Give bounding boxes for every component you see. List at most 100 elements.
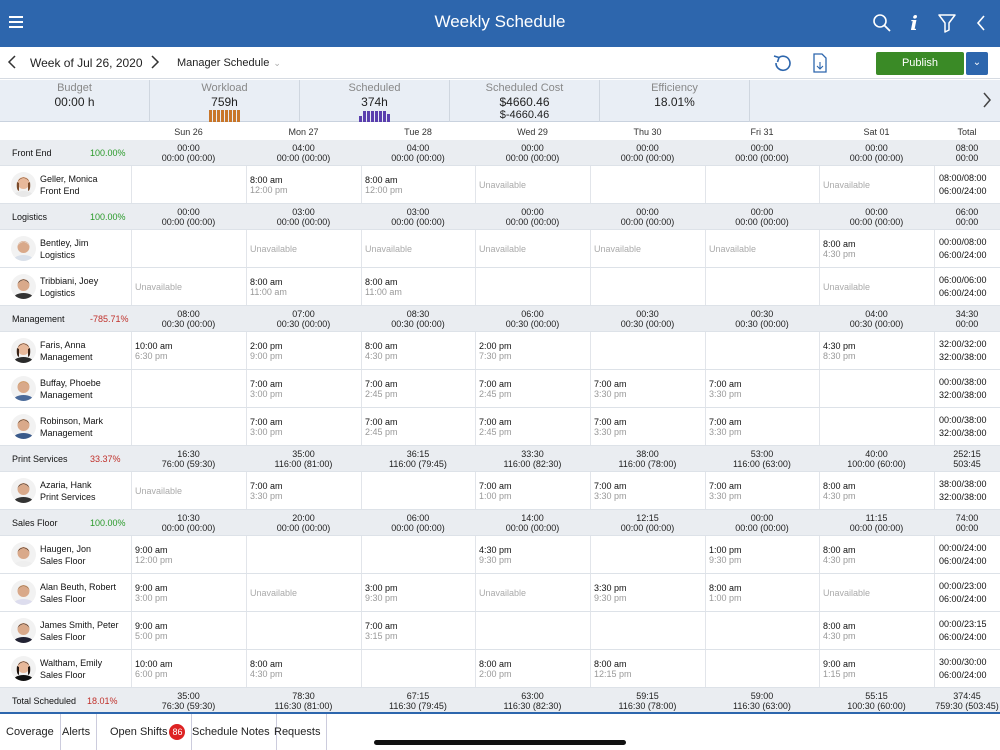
shift-cell[interactable]: 8:00 am 11:00 am [246, 268, 361, 305]
empty-shift-cell[interactable] [819, 370, 934, 407]
shift-cell[interactable]: 2:00 pm 9:00 pm [246, 332, 361, 369]
shift-cell[interactable]: 7:00 am 1:00 pm [475, 472, 590, 509]
employee-name-block[interactable]: Robinson, Mark Management [40, 415, 103, 439]
shift-cell[interactable]: 7:00 am 2:45 pm [475, 408, 590, 445]
shift-cell[interactable]: 7:00 am 3:00 pm [246, 408, 361, 445]
shift-cell[interactable]: 8:00 am 4:30 pm [361, 332, 475, 369]
empty-shift-cell[interactable] [246, 612, 361, 649]
shift-cell[interactable]: 7:00 am 2:45 pm [361, 370, 475, 407]
tab-coverage[interactable]: Coverage [0, 714, 61, 750]
unavailable-cell[interactable]: Unavailable [819, 166, 934, 203]
shift-cell[interactable]: 4:30 pm 9:30 pm [475, 536, 590, 573]
next-week-chevron-icon[interactable] [150, 54, 164, 72]
shift-cell[interactable]: 1:00 pm 9:30 pm [705, 536, 819, 573]
refresh-icon[interactable] [771, 52, 795, 74]
publish-button[interactable]: Publish [876, 52, 964, 75]
shift-cell[interactable]: 8:00 am 12:15 pm [590, 650, 705, 687]
empty-shift-cell[interactable] [131, 408, 246, 445]
unavailable-cell[interactable]: Unavailable [475, 166, 590, 203]
tab-alerts[interactable]: Alerts [56, 714, 98, 750]
shift-cell[interactable]: 8:00 am 4:30 pm [819, 612, 934, 649]
unavailable-cell[interactable]: Unavailable [590, 230, 705, 267]
shift-cell[interactable]: 7:00 am 3:30 pm [705, 370, 819, 407]
empty-shift-cell[interactable] [705, 612, 819, 649]
shift-cell[interactable]: 7:00 am 3:30 pm [590, 370, 705, 407]
employee-name-block[interactable]: Haugen, Jon Sales Floor [40, 543, 91, 567]
empty-shift-cell[interactable] [590, 612, 705, 649]
shift-cell[interactable]: 9:00 am 3:00 pm [131, 574, 246, 611]
empty-shift-cell[interactable] [590, 166, 705, 203]
shift-cell[interactable]: 10:00 am 6:30 pm [131, 332, 246, 369]
empty-shift-cell[interactable] [705, 166, 819, 203]
unavailable-cell[interactable]: Unavailable [246, 230, 361, 267]
search-icon[interactable] [870, 10, 894, 36]
publish-options-button[interactable]: ⌄ [966, 52, 988, 75]
employee-name-block[interactable]: Faris, Anna Management [40, 339, 93, 363]
shift-cell[interactable]: 3:00 pm 9:30 pm [361, 574, 475, 611]
shift-cell[interactable]: 7:00 am 3:15 pm [361, 612, 475, 649]
employee-name-block[interactable]: Bentley, Jim Logistics [40, 237, 88, 261]
empty-shift-cell[interactable] [475, 268, 590, 305]
unavailable-cell[interactable]: Unavailable [705, 230, 819, 267]
empty-shift-cell[interactable] [590, 332, 705, 369]
document-icon[interactable] [812, 52, 828, 74]
empty-shift-cell[interactable] [590, 536, 705, 573]
shift-cell[interactable]: 8:00 am 4:30 pm [246, 650, 361, 687]
empty-shift-cell[interactable] [705, 650, 819, 687]
empty-shift-cell[interactable] [131, 370, 246, 407]
shift-cell[interactable]: 8:00 am 12:00 pm [246, 166, 361, 203]
unavailable-cell[interactable]: Unavailable [246, 574, 361, 611]
shift-cell[interactable]: 7:00 am 2:45 pm [475, 370, 590, 407]
shift-cell[interactable]: 7:00 am 3:30 pm [590, 472, 705, 509]
employee-name-block[interactable]: Alan Beuth, Robert Sales Floor [40, 581, 116, 605]
info-icon[interactable]: i [904, 10, 924, 36]
empty-shift-cell[interactable] [590, 268, 705, 305]
shift-cell[interactable]: 8:00 am 4:30 pm [819, 230, 934, 267]
empty-shift-cell[interactable] [705, 268, 819, 305]
empty-shift-cell[interactable] [246, 536, 361, 573]
shift-cell[interactable]: 2:00 pm 7:30 pm [475, 332, 590, 369]
shift-cell[interactable]: 8:00 am 4:30 pm [819, 536, 934, 573]
unavailable-cell[interactable]: Unavailable [131, 268, 246, 305]
empty-shift-cell[interactable] [361, 536, 475, 573]
shift-cell[interactable]: 3:30 pm 9:30 pm [590, 574, 705, 611]
tab-schedule-notes[interactable]: Schedule Notes [186, 714, 277, 750]
unavailable-cell[interactable]: Unavailable [819, 574, 934, 611]
empty-shift-cell[interactable] [131, 166, 246, 203]
shift-cell[interactable]: 7:00 am 3:30 pm [705, 472, 819, 509]
shift-cell[interactable]: 9:00 am 12:00 pm [131, 536, 246, 573]
chevron-right-icon[interactable] [978, 91, 996, 113]
shift-cell[interactable]: 10:00 am 6:00 pm [131, 650, 246, 687]
tab-requests[interactable]: Requests [268, 714, 328, 750]
employee-name-block[interactable]: Waltham, Emily Sales Floor [40, 657, 102, 681]
shift-cell[interactable]: 7:00 am 3:00 pm [246, 370, 361, 407]
empty-shift-cell[interactable] [361, 472, 475, 509]
empty-shift-cell[interactable] [819, 408, 934, 445]
employee-name-block[interactable]: Azaria, Hank Print Services [40, 479, 96, 503]
filter-icon[interactable] [936, 10, 958, 36]
employee-name-block[interactable]: James Smith, Peter Sales Floor [40, 619, 119, 643]
schedule-type-dropdown[interactable]: Manager Schedule ⌄ [177, 57, 281, 69]
unavailable-cell[interactable]: Unavailable [475, 230, 590, 267]
shift-cell[interactable]: 4:30 pm 8:30 pm [819, 332, 934, 369]
shift-cell[interactable]: 7:00 am 3:30 pm [590, 408, 705, 445]
shift-cell[interactable]: 8:00 am 4:30 pm [819, 472, 934, 509]
unavailable-cell[interactable]: Unavailable [819, 268, 934, 305]
shift-cell[interactable]: 9:00 am 5:00 pm [131, 612, 246, 649]
employee-name-block[interactable]: Geller, Monica Front End [40, 173, 98, 197]
shift-cell[interactable]: 7:00 am 3:30 pm [246, 472, 361, 509]
empty-shift-cell[interactable] [475, 612, 590, 649]
unavailable-cell[interactable]: Unavailable [131, 472, 246, 509]
shift-cell[interactable]: 8:00 am 1:00 pm [705, 574, 819, 611]
empty-shift-cell[interactable] [131, 230, 246, 267]
employee-name-block[interactable]: Tribbiani, Joey Logistics [40, 275, 98, 299]
unavailable-cell[interactable]: Unavailable [475, 574, 590, 611]
shift-cell[interactable]: 7:00 am 2:45 pm [361, 408, 475, 445]
shift-cell[interactable]: 8:00 am 2:00 pm [475, 650, 590, 687]
shift-cell[interactable]: 8:00 am 11:00 am [361, 268, 475, 305]
unavailable-cell[interactable]: Unavailable [361, 230, 475, 267]
previous-week-chevron-icon[interactable] [7, 54, 21, 72]
chevron-left-icon[interactable] [970, 10, 992, 36]
shift-cell[interactable]: 8:00 am 12:00 pm [361, 166, 475, 203]
shift-cell[interactable]: 7:00 am 3:30 pm [705, 408, 819, 445]
